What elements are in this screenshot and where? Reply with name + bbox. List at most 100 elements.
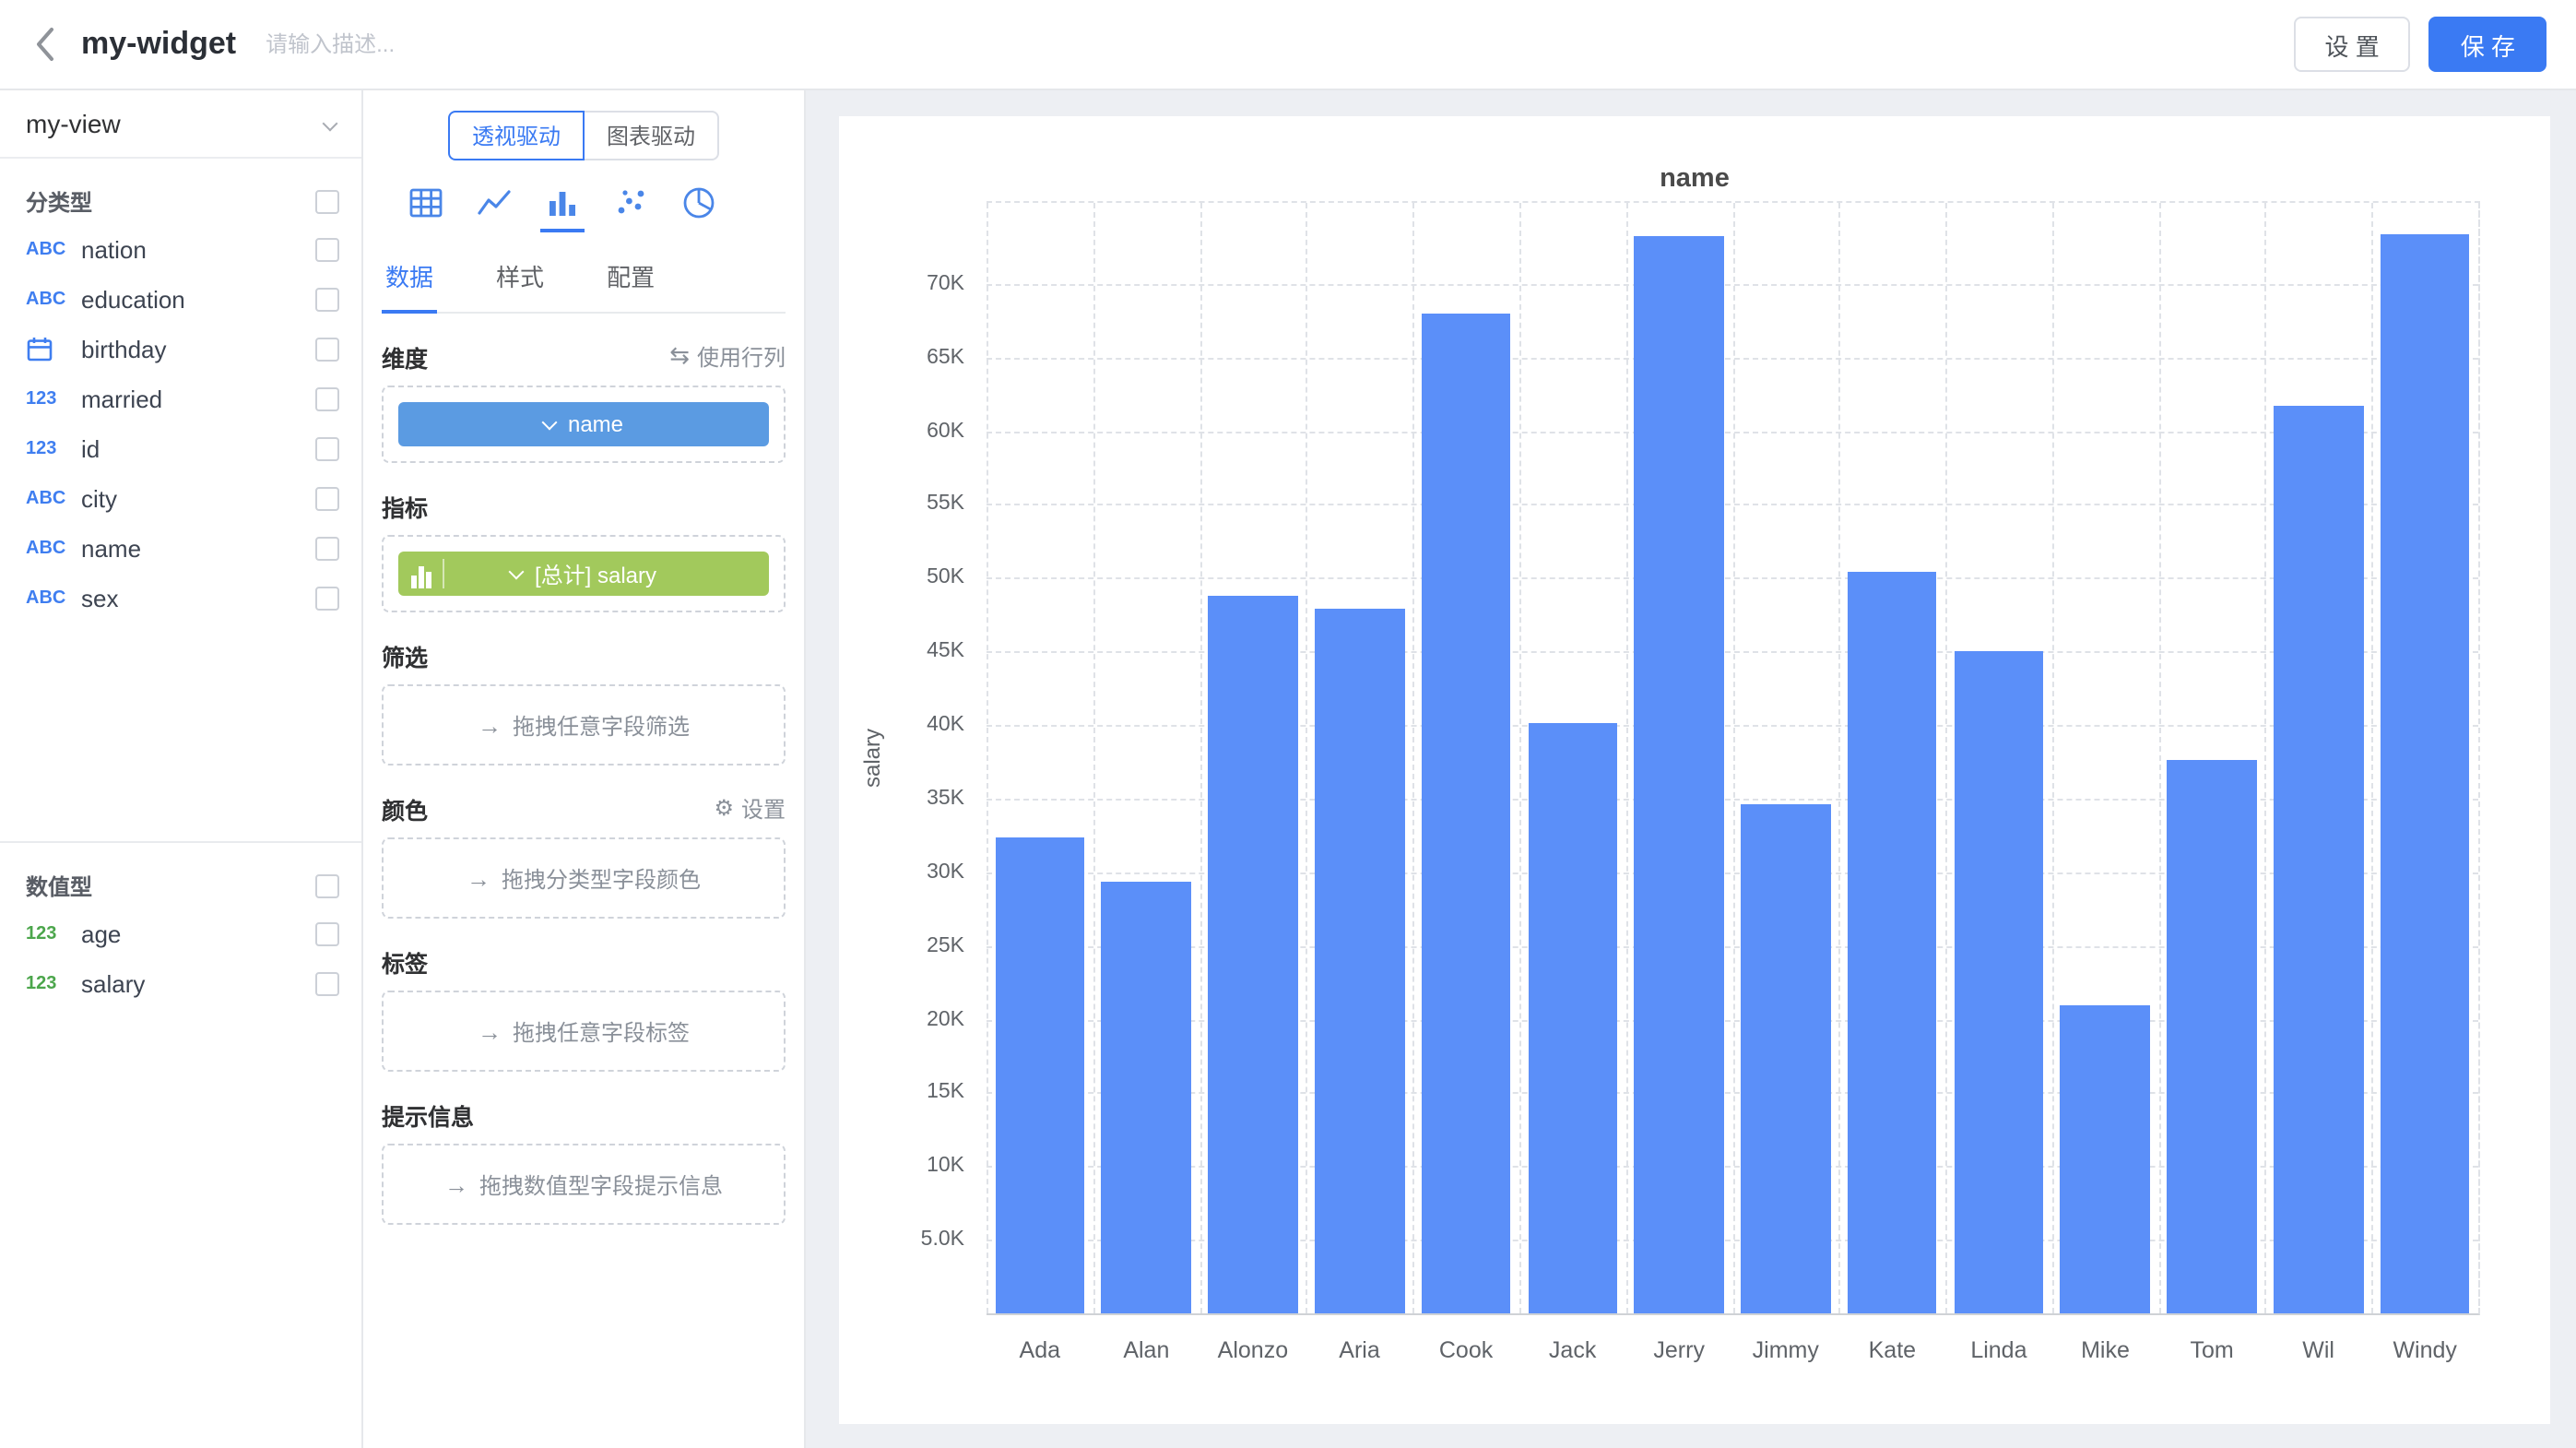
field-section-categorical: 分类型ABCnationABCeducationbirthday123marri…	[26, 177, 339, 623]
filter-block: 筛选 → 拖拽任意字段筛选	[382, 638, 786, 766]
field-name: nation	[81, 236, 315, 264]
field-item-name[interactable]: ABCname	[26, 524, 339, 574]
color-hint: 拖拽分类型字段颜色	[502, 862, 701, 894]
field-checkbox[interactable]	[315, 972, 339, 996]
field-section-header: 数值型	[26, 861, 339, 909]
field-item-id[interactable]: 123id	[26, 424, 339, 474]
field-section-label: 分类型	[26, 185, 92, 217]
number-type-icon: 123	[26, 974, 81, 994]
v-gridline	[2265, 203, 2267, 1313]
field-checkbox[interactable]	[315, 288, 339, 312]
v-gridline	[1945, 203, 1947, 1313]
color-dropzone[interactable]: → 拖拽分类型字段颜色	[382, 837, 786, 919]
scatter-chart-icon[interactable]	[609, 181, 653, 232]
measure-block: 指标 [总计] salary	[382, 489, 786, 612]
bar-chart-mini-icon	[411, 559, 443, 588]
chart-canvas: name salary 5.0K10K15K20K25K30K35K40K45K…	[806, 90, 2576, 1448]
v-gridline	[1625, 203, 1627, 1313]
swap-icon: ⇆	[669, 341, 690, 371]
chevron-down-icon	[323, 116, 338, 132]
y-tick-label: 45K	[927, 640, 964, 662]
tab-config[interactable]: 配置	[603, 242, 658, 312]
field-item-city[interactable]: ABCcity	[26, 474, 339, 524]
y-tick-label: 70K	[927, 273, 964, 295]
tooltip-label: 提示信息	[382, 1097, 474, 1132]
field-item-married[interactable]: 123married	[26, 374, 339, 424]
dimension-pill-name[interactable]: name	[398, 402, 769, 446]
mode-tab-pivot-driven[interactable]: 透视驱动	[448, 111, 585, 160]
field-checkbox[interactable]	[315, 338, 339, 362]
table-chart-icon[interactable]	[404, 181, 448, 232]
number-type-icon: 123	[26, 389, 81, 409]
field-item-education[interactable]: ABCeducation	[26, 275, 339, 325]
tooltip-dropzone[interactable]: → 拖拽数值型字段提示信息	[382, 1144, 786, 1225]
field-item-salary[interactable]: 123salary	[26, 959, 339, 1009]
bar-ada[interactable]	[995, 837, 1084, 1313]
view-selector[interactable]: my-view	[0, 90, 361, 159]
label-dropzone[interactable]: → 拖拽任意字段标签	[382, 991, 786, 1072]
field-sidebar: my-view 分类型ABCnationABCeducationbirthday…	[0, 90, 363, 1448]
description-input[interactable]	[266, 31, 616, 57]
field-checkbox[interactable]	[315, 537, 339, 561]
bar-mike[interactable]	[2061, 1006, 2150, 1313]
bar-linda[interactable]	[1954, 651, 2043, 1313]
filter-dropzone[interactable]: → 拖拽任意字段筛选	[382, 684, 786, 766]
settings-button[interactable]: 设 置	[2294, 17, 2411, 72]
bar-tom[interactable]	[2168, 760, 2257, 1313]
x-tick-label: Wil	[2302, 1337, 2334, 1363]
v-gridline	[1199, 203, 1201, 1313]
use-rows-columns-button[interactable]: ⇆ 使用行列	[669, 340, 786, 372]
text-type-icon: ABC	[26, 588, 81, 609]
y-tick-label: 40K	[927, 714, 964, 736]
section-checkbox[interactable]	[315, 873, 339, 897]
color-settings-button[interactable]: ⚙ 设置	[714, 792, 786, 824]
v-gridline	[1093, 203, 1095, 1313]
y-tick-label: 10K	[927, 1156, 964, 1178]
bar-aria[interactable]	[1315, 609, 1404, 1313]
field-item-birthday[interactable]: birthday	[26, 325, 339, 374]
bar-kate[interactable]	[1848, 572, 1937, 1313]
chart-title: name	[839, 164, 2550, 194]
field-checkbox[interactable]	[315, 587, 339, 611]
v-gridline	[987, 203, 988, 1313]
panel-tabs: 数据 样式 配置	[382, 242, 786, 314]
section-checkbox[interactable]	[315, 189, 339, 213]
tab-style[interactable]: 样式	[492, 242, 548, 312]
field-item-age[interactable]: 123age	[26, 909, 339, 959]
calendar-icon	[26, 336, 81, 363]
measure-dropzone[interactable]: [总计] salary	[382, 535, 786, 612]
field-checkbox[interactable]	[315, 238, 339, 262]
field-section-label: 数值型	[26, 870, 92, 901]
dimension-label: 维度	[382, 338, 428, 374]
field-checkbox[interactable]	[315, 387, 339, 411]
field-checkbox[interactable]	[315, 437, 339, 461]
bar-jimmy[interactable]	[1741, 804, 1830, 1313]
bar-cook[interactable]	[1422, 314, 1511, 1313]
field-item-nation[interactable]: ABCnation	[26, 225, 339, 275]
field-checkbox[interactable]	[315, 922, 339, 946]
bar-alonzo[interactable]	[1208, 596, 1297, 1313]
measure-pill-salary[interactable]: [总计] salary	[398, 552, 769, 596]
bar-jack[interactable]	[1528, 724, 1617, 1313]
line-chart-icon[interactable]	[472, 181, 516, 232]
bar-chart-icon[interactable]	[540, 181, 585, 232]
dimension-dropzone[interactable]: name	[382, 386, 786, 463]
bar-windy[interactable]	[2381, 234, 2470, 1314]
save-button[interactable]: 保 存	[2429, 17, 2546, 72]
field-name: name	[81, 535, 315, 563]
field-item-sex[interactable]: ABCsex	[26, 574, 339, 623]
chevron-down-icon	[508, 564, 524, 579]
back-button[interactable]	[30, 18, 59, 70]
x-tick-label: Ada	[1020, 1337, 1061, 1363]
field-section-numeric: 数值型 123age123salary	[0, 841, 361, 1009]
bar-wil[interactable]	[2274, 406, 2363, 1313]
mode-tab-chart-driven[interactable]: 图表驱动	[583, 111, 719, 160]
bar-jerry[interactable]	[1635, 237, 1724, 1313]
tooltip-block: 提示信息 → 拖拽数值型字段提示信息	[382, 1098, 786, 1225]
bar-alan[interactable]	[1102, 881, 1191, 1313]
pie-chart-icon[interactable]	[677, 181, 721, 232]
v-gridline	[1412, 203, 1414, 1313]
tab-data[interactable]: 数据	[382, 242, 437, 314]
field-checkbox[interactable]	[315, 487, 339, 511]
arrow-right-icon: →	[478, 711, 502, 739]
